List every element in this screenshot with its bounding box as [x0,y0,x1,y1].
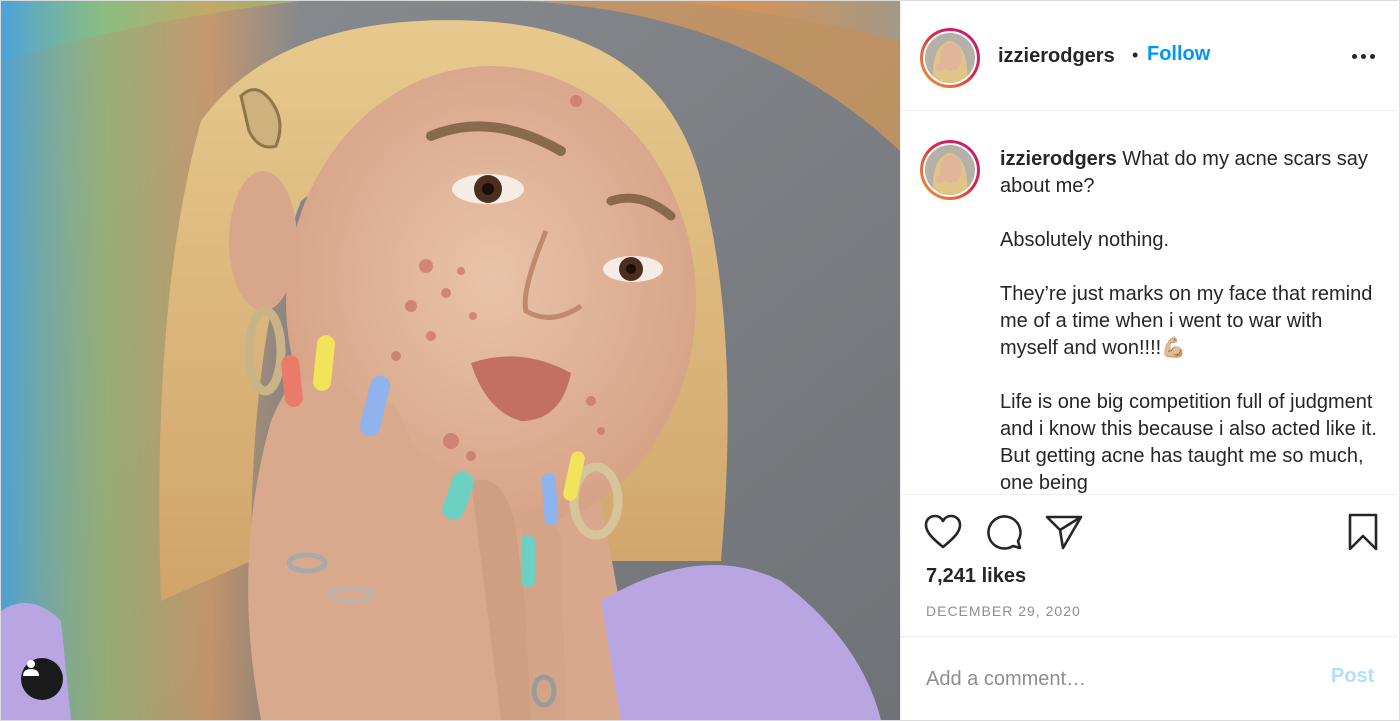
bookmark-icon [1348,513,1378,551]
like-count[interactable]: 7,241 likes [926,565,1026,588]
caption-avatar[interactable] [920,140,980,200]
paper-plane-icon [1045,515,1083,550]
author-avatar[interactable] [920,28,980,88]
post-actions: 7,241 likes DECEMBER 29, 2020 Post [901,494,1400,720]
heart-icon [924,514,962,549]
author-username[interactable]: izzierodgers [998,45,1115,68]
post-header: izzierodgers • Follow [901,1,1400,111]
caption-first-line: izzierodgers What do my acne scars say a… [1000,146,1380,200]
user-icon [23,660,39,676]
photo-illustration [1,1,900,720]
instagram-post: izzierodgers • Follow izzierodgers What … [0,0,1400,721]
save-button[interactable] [1342,511,1384,553]
post-comment-button[interactable]: Post [1331,665,1374,688]
follow-button[interactable]: Follow [1147,43,1210,66]
comment-input[interactable] [926,661,1306,697]
comment-icon [987,515,1022,550]
caption-scroll-area[interactable]: izzierodgers What do my acne scars say a… [901,112,1400,494]
post-photo[interactable] [1,1,900,720]
follow-separator: • [1132,45,1139,65]
caption-paragraph: Absolutely nothing. [1000,229,1170,251]
avatar-image [925,33,975,83]
share-button[interactable] [1043,511,1085,553]
comment-button[interactable] [983,511,1025,553]
like-button[interactable] [922,511,964,553]
comment-form: Post [901,636,1400,721]
avatar-image [925,145,975,195]
caption-paragraph: Life is one big competition full of judg… [1000,391,1377,494]
more-options-icon[interactable] [1343,41,1383,71]
caption-username[interactable]: izzierodgers [1000,148,1117,170]
user-tags-button[interactable] [21,658,63,700]
post-caption: izzierodgers What do my acne scars say a… [1000,146,1380,494]
post-side-panel: izzierodgers • Follow izzierodgers What … [900,1,1400,720]
post-date[interactable]: DECEMBER 29, 2020 [926,603,1081,619]
caption-paragraph: They’re just marks on my face that remin… [1000,283,1373,359]
